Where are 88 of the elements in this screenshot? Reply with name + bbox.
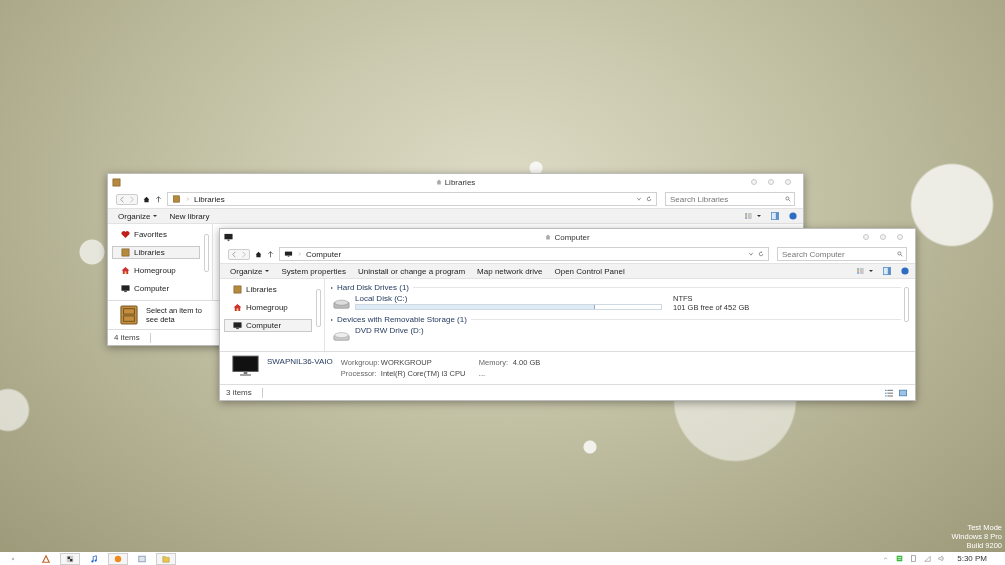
details-view-icon[interactable] [885, 388, 893, 397]
scrollbar[interactable] [904, 287, 909, 322]
scrollbar[interactable] [316, 289, 321, 327]
house-icon [121, 266, 130, 275]
sidebar-item[interactable]: Computer [224, 319, 312, 332]
help-icon[interactable] [789, 212, 797, 220]
toolbar-button[interactable]: Uninstall or change a program [353, 266, 470, 276]
chevron-right-icon[interactable] [297, 251, 302, 257]
taskbar-button[interactable] [60, 552, 80, 565]
monitor-icon [233, 321, 242, 330]
device-icon[interactable] [910, 555, 918, 562]
sidebar-item[interactable]: Favorites [112, 228, 200, 241]
chevron-down-icon[interactable] [748, 251, 754, 257]
toolbar-button[interactable]: Organize [226, 266, 274, 276]
window-icon [138, 554, 146, 563]
cabinet-icon [120, 305, 138, 325]
minimize-button[interactable] [863, 234, 869, 240]
item-count: 4 items [114, 333, 140, 342]
clock[interactable]: 5:30 PM [957, 554, 1001, 563]
sidebar-item[interactable]: Homegroup [224, 301, 312, 314]
hard-drive-icon [333, 298, 350, 310]
cabinet-icon [172, 195, 181, 203]
computer-name: SWAPNIL36-VAIO [267, 357, 333, 366]
toolbar-button[interactable]: New library [165, 211, 214, 221]
maximize-button[interactable] [768, 179, 774, 185]
chevron-down-icon[interactable] [636, 196, 642, 202]
caret-icon[interactable] [869, 270, 873, 272]
sidebar-item[interactable]: Homegroup [112, 264, 200, 277]
close-button[interactable] [785, 179, 791, 185]
home-icon[interactable] [143, 195, 150, 203]
maximize-button[interactable] [880, 234, 886, 240]
dot-icon[interactable] [10, 555, 16, 562]
window-title: Libraries [444, 177, 476, 187]
grid-icon [66, 554, 74, 563]
home-icon[interactable] [255, 250, 262, 258]
heart-icon [121, 230, 130, 239]
search-icon[interactable] [785, 196, 791, 202]
address-bar[interactable]: Libraries [167, 192, 657, 206]
monitor-icon [224, 232, 233, 242]
close-button[interactable] [897, 234, 903, 240]
address-bar[interactable]: Computer [279, 247, 769, 261]
cabinet-icon [112, 177, 121, 187]
monitor-icon [284, 250, 293, 258]
search-icon[interactable] [897, 251, 903, 257]
folder-icon [162, 554, 170, 563]
sidebar-item[interactable]: Libraries [224, 283, 312, 296]
list-icon[interactable] [896, 555, 904, 562]
disc-drive-icon [333, 330, 350, 342]
caret-icon[interactable] [757, 215, 761, 217]
up-arrow-icon[interactable] [267, 250, 274, 258]
sidebar-item[interactable]: Libraries [112, 246, 200, 259]
toolbar-button[interactable]: Map network drive [473, 266, 547, 276]
signal-icon[interactable] [924, 555, 932, 562]
refresh-icon[interactable] [758, 251, 764, 257]
sidebar-item[interactable]: Computer [112, 282, 200, 295]
group-header[interactable]: Hard Disk Drives (1) [337, 283, 409, 292]
house-icon [233, 303, 242, 312]
item-count: 3 items [226, 388, 252, 397]
drive-item[interactable]: DVD RW Drive (D:) [331, 325, 901, 343]
home-icon [545, 234, 552, 240]
chevron-right-icon[interactable] [185, 196, 190, 202]
toolbar-button[interactable]: System properties [277, 266, 350, 276]
toolbar-button[interactable]: Organize [114, 211, 162, 221]
search-field[interactable]: Search Libraries [665, 192, 795, 206]
cabinet-icon [121, 248, 130, 257]
chevron-up-icon[interactable] [882, 555, 890, 562]
monitor-icon [121, 284, 130, 293]
caret-icon [265, 270, 270, 272]
preview-pane-icon[interactable] [883, 267, 891, 275]
minimize-button[interactable] [751, 179, 757, 185]
monitor-icon [232, 355, 259, 377]
preview-pane-icon[interactable] [771, 212, 779, 220]
up-arrow-icon[interactable] [155, 195, 162, 203]
search-field[interactable]: Search Computer [777, 247, 907, 261]
speaker-icon[interactable] [938, 555, 946, 562]
window-title: Computer [554, 232, 590, 242]
home-icon [435, 179, 442, 185]
scrollbar[interactable] [204, 234, 209, 272]
help-icon[interactable] [901, 267, 909, 275]
toolbar-button[interactable]: Open Control Panel [550, 266, 629, 276]
ball-icon [114, 554, 122, 563]
thumbnail-view-icon[interactable] [899, 388, 907, 397]
refresh-icon[interactable] [646, 196, 652, 202]
group-header[interactable]: Devices with Removable Storage (1) [337, 315, 467, 324]
caret-icon [153, 215, 158, 217]
triangle-icon [42, 554, 50, 563]
cabinet-icon [233, 285, 242, 294]
music-note-icon [90, 554, 98, 563]
